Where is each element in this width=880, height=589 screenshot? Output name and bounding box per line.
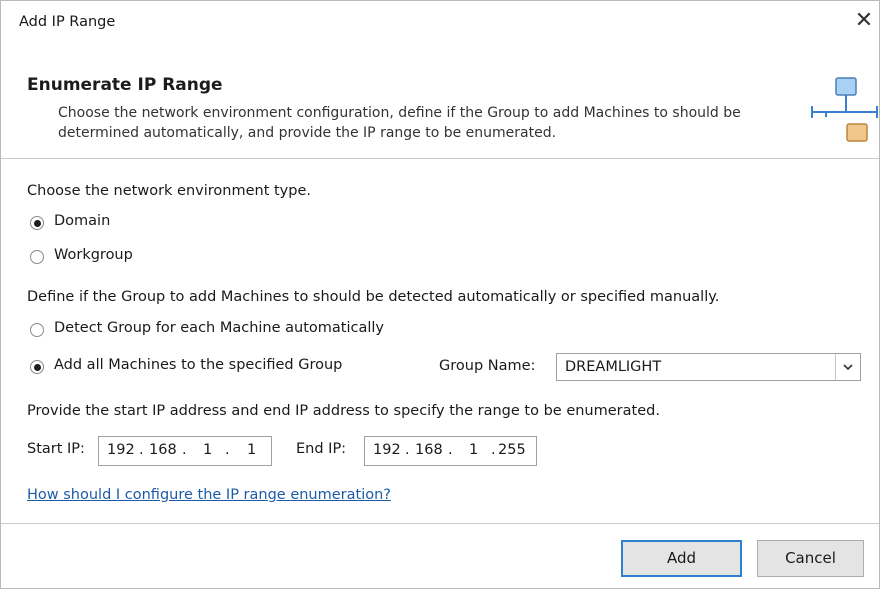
start-ip-octet-3: 1 bbox=[203, 442, 213, 458]
header-description: Choose the network environment configura… bbox=[58, 105, 741, 141]
network-prompt: Choose the network environment type. bbox=[27, 183, 311, 199]
help-link[interactable]: How should I configure the IP range enum… bbox=[27, 487, 391, 503]
radio-workgroup-label[interactable]: Workgroup bbox=[54, 247, 133, 263]
footer-divider bbox=[1, 523, 879, 524]
end-ip-label: End IP: bbox=[296, 441, 347, 457]
header-title: Enumerate IP Range bbox=[27, 75, 223, 95]
group-name-combo[interactable]: DREAMLIGHT bbox=[556, 353, 861, 381]
start-ip-octet-2: 168 bbox=[149, 442, 177, 458]
end-ip-field[interactable]: 192 . 168 . 1 . 255 bbox=[364, 436, 537, 466]
add-button[interactable]: Add bbox=[621, 540, 742, 577]
group-name-label: Group Name: bbox=[439, 358, 536, 374]
add-ip-range-dialog: Add IP Range ✕ Enumerate IP Range Choose… bbox=[0, 0, 880, 589]
dialog-title: Add IP Range bbox=[19, 14, 116, 30]
group-name-value: DREAMLIGHT bbox=[565, 359, 662, 375]
radio-detect-group-label[interactable]: Detect Group for each Machine automatica… bbox=[54, 320, 384, 336]
end-ip-octet-4: 255 bbox=[498, 442, 526, 458]
radio-workgroup[interactable] bbox=[30, 250, 44, 264]
end-ip-octet-1: 192 bbox=[373, 442, 401, 458]
chevron-down-icon bbox=[843, 364, 853, 371]
cancel-button[interactable]: Cancel bbox=[757, 540, 864, 577]
ip-prompt: Provide the start IP address and end IP … bbox=[27, 403, 660, 419]
end-ip-octet-2: 168 bbox=[415, 442, 443, 458]
start-ip-field[interactable]: 192 . 168 . 1 . 1 bbox=[98, 436, 272, 466]
start-ip-label: Start IP: bbox=[27, 441, 85, 457]
close-icon[interactable]: ✕ bbox=[852, 9, 876, 33]
group-prompt: Define if the Group to add Machines to s… bbox=[27, 289, 720, 305]
wizard-header: Enumerate IP Range Choose the network en… bbox=[1, 59, 879, 147]
start-ip-octet-1: 192 bbox=[107, 442, 135, 458]
radio-domain-label[interactable]: Domain bbox=[54, 213, 110, 229]
dropdown-button[interactable] bbox=[835, 354, 860, 380]
header-divider bbox=[1, 158, 879, 159]
radio-detect-group[interactable] bbox=[30, 323, 44, 337]
radio-domain[interactable] bbox=[30, 216, 44, 230]
network-icon bbox=[811, 77, 878, 142]
radio-specified-group-label[interactable]: Add all Machines to the specified Group bbox=[54, 357, 342, 373]
title-bar: Add IP Range ✕ bbox=[1, 1, 879, 41]
end-ip-octet-3: 1 bbox=[469, 442, 479, 458]
radio-specified-group[interactable] bbox=[30, 360, 44, 374]
start-ip-octet-4: 1 bbox=[247, 442, 257, 458]
